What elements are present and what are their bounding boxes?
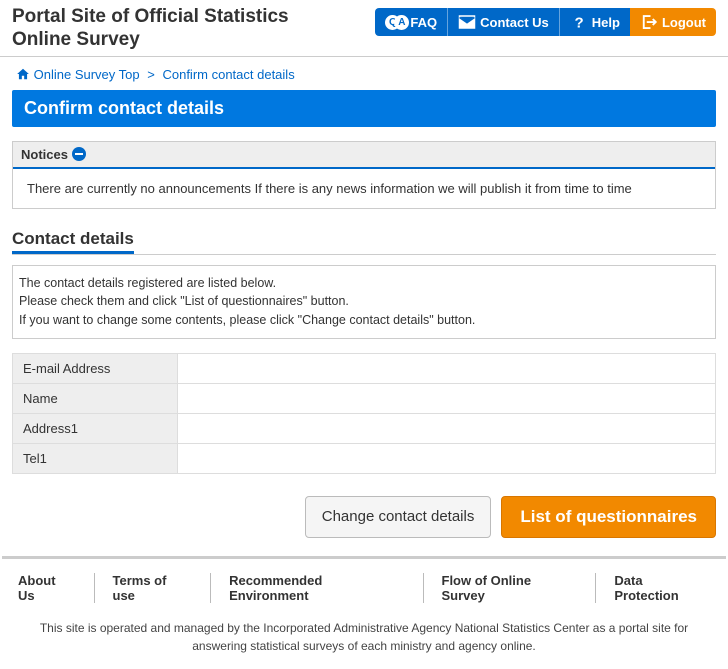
info-line: Please check them and click "List of que… <box>19 292 709 311</box>
nav-contact-label: Contact Us <box>480 15 549 30</box>
change-contact-details-button[interactable]: Change contact details <box>305 496 492 538</box>
info-line: The contact details registered are liste… <box>19 274 709 293</box>
row-label: Address1 <box>13 413 178 443</box>
footer-link-about[interactable]: About Us <box>0 573 95 603</box>
home-icon <box>16 67 30 81</box>
nav-faq[interactable]: QA FAQ <box>375 8 447 36</box>
table-row: Name <box>13 383 716 413</box>
nav-help-label: Help <box>592 15 620 30</box>
svg-text:?: ? <box>574 14 583 31</box>
mail-icon <box>458 13 476 31</box>
header: Portal Site of Official Statistics Onlin… <box>0 0 728 57</box>
notices-body: There are currently no announcements If … <box>13 169 715 208</box>
table-row: Address1 <box>13 413 716 443</box>
row-value <box>178 383 716 413</box>
footer-link-terms[interactable]: Terms of use <box>95 573 212 603</box>
site-title-line2: Online Survey <box>12 29 140 50</box>
row-label: Name <box>13 383 178 413</box>
row-label: E-mail Address <box>13 353 178 383</box>
collapse-icon[interactable] <box>72 147 86 161</box>
footer-link-flow[interactable]: Flow of Online Survey <box>424 573 597 603</box>
contact-details-heading: Contact details <box>12 229 134 254</box>
footer-links: About Us Terms of use Recommended Enviro… <box>0 559 728 613</box>
table-row: Tel1 <box>13 443 716 473</box>
row-label: Tel1 <box>13 443 178 473</box>
help-icon: ? <box>570 13 588 31</box>
list-of-questionnaires-button[interactable]: List of questionnaires <box>501 496 716 538</box>
site-title: Portal Site of Official Statistics Onlin… <box>12 6 289 52</box>
nav-logout-label: Logout <box>662 15 706 30</box>
notices-panel: Notices There are currently no announcem… <box>12 141 716 209</box>
nav-faq-label: FAQ <box>410 15 437 30</box>
row-value <box>178 413 716 443</box>
breadcrumb: Online Survey Top > Confirm contact deta… <box>12 57 716 90</box>
button-row: Change contact details List of questionn… <box>12 496 716 538</box>
logout-icon <box>640 13 658 31</box>
footer-note: This site is operated and managed by the… <box>0 613 728 669</box>
row-value <box>178 353 716 383</box>
nav-help[interactable]: ? Help <box>559 8 630 36</box>
nav-logout[interactable]: Logout <box>630 8 716 36</box>
qa-icon: QA <box>385 15 406 30</box>
breadcrumb-home[interactable]: Online Survey Top <box>34 67 140 82</box>
info-line: If you want to change some contents, ple… <box>19 311 709 330</box>
contact-details-table: E-mail Address Name Address1 Tel1 <box>12 353 716 474</box>
footer-link-data[interactable]: Data Protection <box>596 573 728 603</box>
page-title: Confirm contact details <box>12 90 716 127</box>
site-title-line1: Portal Site of Official Statistics <box>12 6 289 27</box>
row-value <box>178 443 716 473</box>
contact-info-box: The contact details registered are liste… <box>12 265 716 339</box>
table-row: E-mail Address <box>13 353 716 383</box>
notices-heading: Notices <box>21 147 68 162</box>
breadcrumb-separator: > <box>147 67 155 82</box>
nav-contact[interactable]: Contact Us <box>447 8 559 36</box>
footer-link-env[interactable]: Recommended Environment <box>211 573 423 603</box>
breadcrumb-current[interactable]: Confirm contact details <box>162 67 294 82</box>
notices-header[interactable]: Notices <box>13 142 715 169</box>
top-nav: QA FAQ Contact Us ? Help Logout <box>375 8 716 36</box>
